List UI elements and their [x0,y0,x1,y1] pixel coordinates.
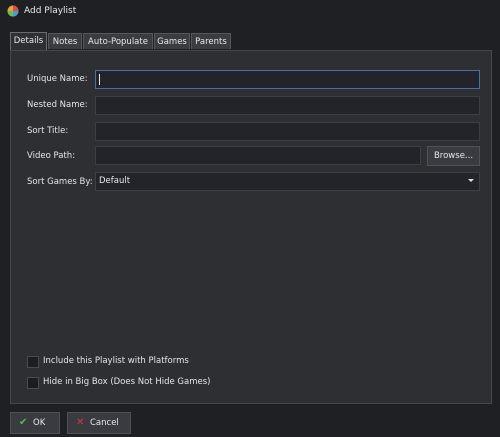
chevron-down-icon [468,179,474,182]
details-panel: Unique Name: Nested Name: Sort Title: Vi… [10,50,492,404]
tab-details[interactable]: Details [10,32,47,50]
ok-button[interactable]: ✔ OK [10,412,60,434]
nested-name-input[interactable] [95,96,480,115]
tab-auto-populate[interactable]: Auto-Populate [83,33,153,49]
video-path-input[interactable] [95,146,421,165]
tab-notes[interactable]: Notes [48,33,82,49]
unique-name-label: Unique Name: [27,74,88,84]
tab-parents[interactable]: Parents [191,33,231,49]
cross-icon: ✕ [76,417,85,428]
title-bar: Add Playlist [0,0,500,24]
sort-title-label: Sort Title: [27,126,69,136]
cancel-label: Cancel [90,418,119,428]
video-path-label: Video Path: [27,151,76,161]
sort-games-by-value: Default [99,176,131,186]
cancel-button[interactable]: ✕ Cancel [67,412,131,434]
sort-games-by-select[interactable]: Default [95,172,480,191]
text-caret [99,74,100,85]
nested-name-label: Nested Name: [27,100,88,110]
sort-games-by-label: Sort Games By: [27,177,93,187]
browse-button[interactable]: Browse... [427,146,480,166]
sort-title-input[interactable] [95,122,480,141]
checkmark-icon: ✔ [19,417,28,428]
hide-in-big-box-checkbox[interactable] [27,377,39,389]
hide-in-big-box-label: Hide in Big Box (Does Not Hide Games) [43,377,211,387]
tab-games[interactable]: Games [154,33,190,49]
ok-label: OK [33,418,46,428]
unique-name-input[interactable] [95,70,480,89]
window-title: Add Playlist [24,6,77,16]
include-with-platforms-checkbox[interactable] [27,356,39,368]
launchbox-icon [7,5,19,17]
include-with-platforms-label: Include this Playlist with Platforms [43,356,189,366]
